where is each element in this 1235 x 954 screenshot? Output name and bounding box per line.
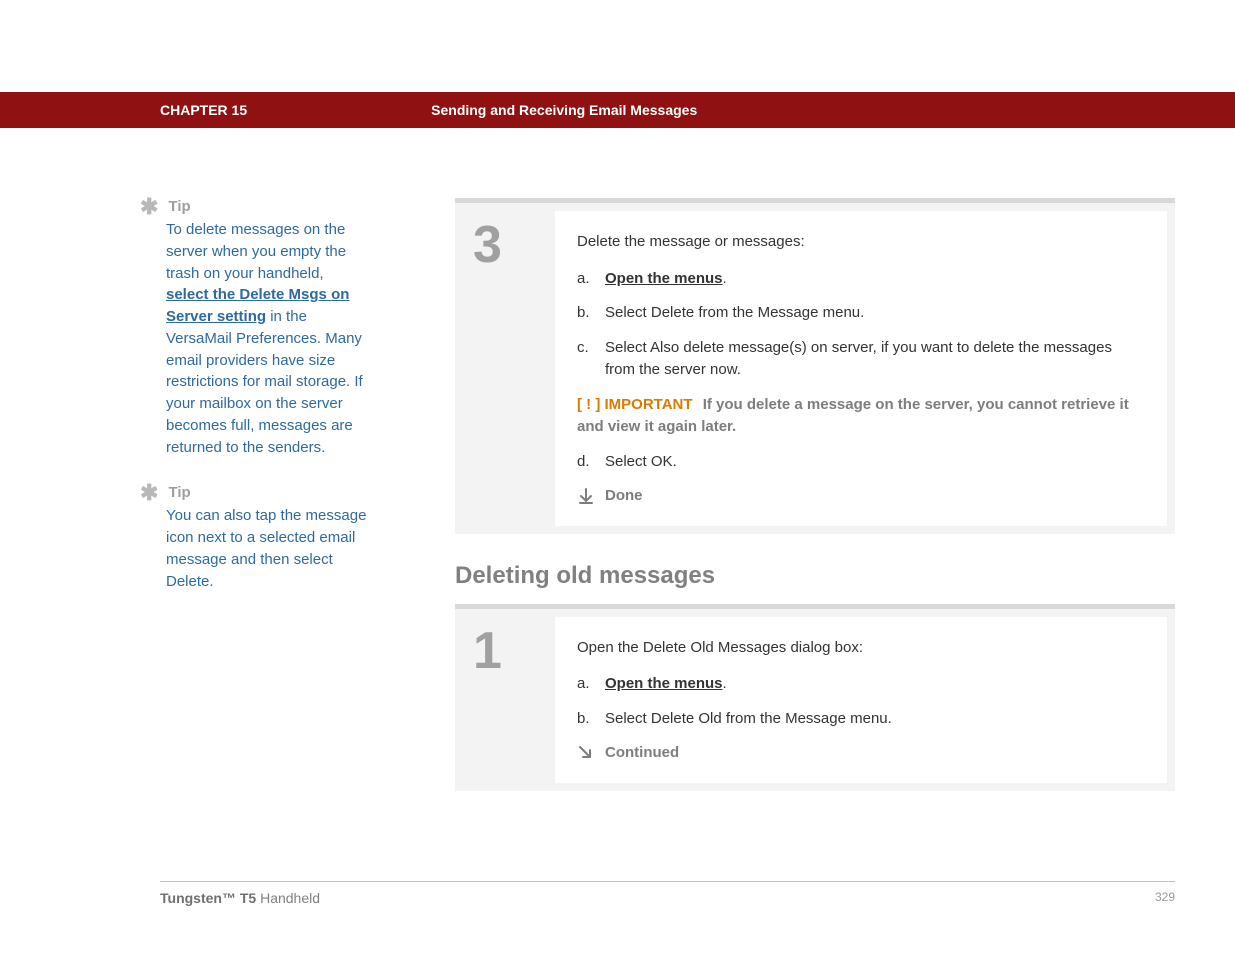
continued-arrow-icon <box>577 744 595 762</box>
open-menus-link[interactable]: Open the menus <box>605 675 723 692</box>
substep-letter: a. <box>577 268 590 291</box>
substep-letter: c. <box>577 337 589 360</box>
important-callout: [ ! ] IMPORTANT If you delete a message … <box>577 394 1145 439</box>
substep-suffix: . <box>723 270 727 287</box>
tip-body: You can also tap the message icon next t… <box>166 505 370 592</box>
substeps-list-2: d. Select OK. <box>577 451 1145 474</box>
tip-text-pre: To delete messages on the server when yo… <box>166 221 346 282</box>
product-name: Tungsten™ T5 Handheld <box>160 890 320 906</box>
section-heading-deleting-old: Deleting old messages <box>455 562 1175 590</box>
step-number: 3 <box>455 203 555 534</box>
asterisk-icon: ✱ <box>140 200 158 214</box>
substep-text: Select OK. <box>605 453 677 470</box>
open-menus-link[interactable]: Open the menus <box>605 270 723 287</box>
substeps-list: a. Open the menus. b. Select Delete Old … <box>577 673 1145 730</box>
product-name-rest: Handheld <box>256 890 320 906</box>
substep-letter: d. <box>577 451 590 474</box>
tip-heading: ✱ Tip <box>140 484 370 501</box>
done-arrow-icon <box>577 487 595 505</box>
substep-d: d. Select OK. <box>577 451 1145 474</box>
page-number: 329 <box>1155 890 1175 906</box>
chapter-label: CHAPTER 15 <box>160 102 247 118</box>
substep-a: a. Open the menus. <box>577 268 1145 291</box>
tip-block: ✱ Tip To delete messages on the server w… <box>140 198 370 458</box>
substep-letter: a. <box>577 673 590 696</box>
substeps-list: a. Open the menus. b. Select Delete from… <box>577 268 1145 382</box>
step-box-3: 3 Delete the message or messages: a. Ope… <box>455 198 1175 534</box>
substep-text: Select Also delete message(s) on server,… <box>605 339 1112 379</box>
tip-body: To delete messages on the server when yo… <box>166 219 370 458</box>
substep-text: Select Delete Old from the Message menu. <box>605 710 892 727</box>
important-badge: [ ! ] IMPORTANT <box>577 396 693 413</box>
tip-text-pre: You can also tap the message icon next t… <box>166 507 366 589</box>
substep-a: a. Open the menus. <box>577 673 1145 696</box>
asterisk-icon: ✱ <box>140 486 158 500</box>
tip-block: ✱ Tip You can also tap the message icon … <box>140 484 370 592</box>
substep-b: b. Select Delete Old from the Message me… <box>577 708 1145 731</box>
step-lead: Open the Delete Old Messages dialog box: <box>577 637 1145 660</box>
substep-letter: b. <box>577 302 590 325</box>
substep-b: b. Select Delete from the Message menu. <box>577 302 1145 325</box>
main-content: 3 Delete the message or messages: a. Ope… <box>455 198 1175 819</box>
tip-text-post: in the VersaMail Preferences. Many email… <box>166 308 363 456</box>
tip-label: Tip <box>168 198 190 215</box>
done-row: Done <box>577 485 1145 508</box>
step-number: 1 <box>455 609 555 791</box>
chapter-header: CHAPTER 15 Sending and Receiving Email M… <box>0 92 1235 128</box>
substep-c: c. Select Also delete message(s) on serv… <box>577 337 1145 382</box>
substep-letter: b. <box>577 708 590 731</box>
sidebar-tips: ✱ Tip To delete messages on the server w… <box>140 198 370 618</box>
tip-heading: ✱ Tip <box>140 198 370 215</box>
step-content: Open the Delete Old Messages dialog box:… <box>555 617 1167 783</box>
continued-label: Continued <box>605 742 679 765</box>
substep-text: Select Delete from the Message menu. <box>605 304 864 321</box>
tip-label: Tip <box>168 484 190 501</box>
page-footer: Tungsten™ T5 Handheld 329 <box>160 881 1175 906</box>
step-box-1: 1 Open the Delete Old Messages dialog bo… <box>455 604 1175 791</box>
done-label: Done <box>605 485 643 508</box>
step-lead: Delete the message or messages: <box>577 231 1145 254</box>
substep-suffix: . <box>723 675 727 692</box>
step-content: Delete the message or messages: a. Open … <box>555 211 1167 526</box>
product-name-bold: Tungsten™ T5 <box>160 890 256 906</box>
continued-row: Continued <box>577 742 1145 765</box>
chapter-title: Sending and Receiving Email Messages <box>431 102 697 118</box>
tip-link-delete-msgs-server[interactable]: select the Delete Msgs on Server setting <box>166 286 349 325</box>
